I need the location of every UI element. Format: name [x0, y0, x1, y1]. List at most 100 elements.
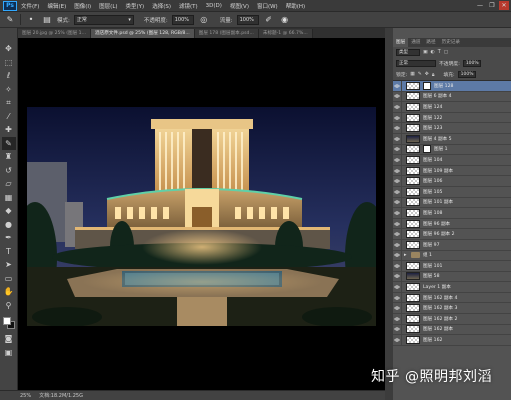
pen-tool-icon[interactable]: ✒: [2, 231, 16, 245]
dodge-tool-icon[interactable]: ●: [2, 218, 16, 232]
screen-mode-icon[interactable]: ▣: [2, 346, 16, 360]
layer-row[interactable]: 图层 106: [393, 176, 511, 187]
visibility-eye-icon[interactable]: [393, 218, 402, 229]
visibility-eye-icon[interactable]: [393, 91, 402, 102]
layer-kind-filter[interactable]: 类型: [396, 49, 420, 56]
eyedropper-tool-icon[interactable]: ⁄: [2, 110, 16, 124]
minimize-button[interactable]: —: [475, 1, 485, 10]
layer-row[interactable]: 图层 108: [393, 207, 511, 219]
stamp-tool-icon[interactable]: ♜: [2, 150, 16, 164]
zoom-level[interactable]: 25%: [20, 393, 31, 399]
layer-mask-thumbnail[interactable]: [423, 81, 431, 90]
visibility-eye-icon[interactable]: [393, 303, 402, 314]
blend-mode-select[interactable]: 正常: [396, 60, 436, 67]
visibility-eye-icon[interactable]: [393, 207, 402, 218]
zoom-tool-icon[interactable]: ⚲: [2, 299, 16, 313]
menu-select[interactable]: 选择(S): [152, 2, 171, 10]
layer-row[interactable]: 图层 105: [393, 186, 511, 198]
quick-select-tool-icon[interactable]: ✧: [2, 83, 16, 97]
lock-all-icon[interactable]: 🔒︎: [432, 72, 435, 78]
tab-layers[interactable]: 图层: [393, 38, 409, 47]
menu-help[interactable]: 帮助(H): [286, 2, 305, 10]
healing-tool-icon[interactable]: ✚: [2, 123, 16, 137]
blur-tool-icon[interactable]: ◆: [2, 204, 16, 218]
color-swatches[interactable]: [2, 316, 16, 332]
layer-row[interactable]: 图层 101: [393, 260, 511, 272]
layer-row[interactable]: Layer 1 副本: [393, 282, 511, 293]
menu-type[interactable]: 类型(Y): [126, 2, 145, 10]
visibility-eye-icon[interactable]: [393, 250, 402, 261]
filter-pixel-icon[interactable]: ▣: [423, 50, 428, 55]
visibility-eye-icon[interactable]: [393, 335, 402, 346]
canvas-area[interactable]: [18, 38, 385, 390]
layer-row[interactable]: 图层 128: [393, 81, 511, 92]
brush-panel-toggle-icon[interactable]: ▤: [41, 14, 53, 25]
layer-row[interactable]: 图层 97: [393, 239, 511, 251]
visibility-eye-icon[interactable]: [393, 123, 402, 134]
layer-opacity-field[interactable]: 100%: [462, 60, 481, 67]
filter-shape-icon[interactable]: ▢: [444, 50, 449, 55]
layer-row[interactable]: 图层 1: [393, 144, 511, 156]
close-button[interactable]: ✕: [499, 1, 509, 10]
visibility-eye-icon[interactable]: [393, 282, 402, 293]
tab-channels[interactable]: 通道: [408, 38, 423, 47]
layer-row[interactable]: 图层 122: [393, 112, 511, 124]
layer-row[interactable]: 图层 58: [393, 271, 511, 283]
visibility-eye-icon[interactable]: [393, 101, 402, 112]
move-tool-icon[interactable]: ✥: [2, 42, 16, 56]
crop-tool-icon[interactable]: ⌗: [2, 96, 16, 110]
layer-row[interactable]: 图层 162 副本: [393, 324, 511, 336]
hand-tool-icon[interactable]: ✋: [2, 285, 16, 299]
pressure-size-icon[interactable]: ◉: [279, 14, 291, 25]
mode-select[interactable]: 正常 ▾: [73, 14, 134, 25]
layer-row[interactable]: 图层 123: [393, 123, 511, 134]
tab-paths[interactable]: 路径: [423, 38, 438, 47]
visibility-eye-icon[interactable]: [393, 313, 402, 324]
visibility-eye-icon[interactable]: [393, 176, 402, 187]
visibility-eye-icon[interactable]: [393, 133, 402, 144]
menu-edit[interactable]: 编辑(E): [47, 2, 66, 10]
layer-row[interactable]: 图层 162: [393, 335, 511, 346]
menu-filter[interactable]: 滤镜(T): [179, 2, 198, 10]
brush-tool-preset-icon[interactable]: ✎: [4, 14, 16, 25]
restore-button[interactable]: ❐: [487, 1, 497, 10]
history-brush-tool-icon[interactable]: ↺: [2, 164, 16, 178]
layer-row[interactable]: 图层 109 副本: [393, 165, 511, 177]
menu-file[interactable]: 文件(F): [21, 2, 39, 10]
group-expand-arrow-icon[interactable]: ▸: [404, 252, 408, 258]
layer-row[interactable]: 图层 96 副本 2: [393, 229, 511, 240]
lock-pixels-icon[interactable]: ✎: [418, 72, 422, 77]
visibility-eye-icon[interactable]: [393, 239, 402, 250]
foreground-color-swatch[interactable]: [2, 317, 11, 325]
visibility-eye-icon[interactable]: [393, 154, 402, 165]
lock-position-icon[interactable]: ✥: [425, 72, 429, 77]
shape-tool-icon[interactable]: ▭: [2, 272, 16, 286]
document-tab-active[interactable]: 酒店原文件.psd @ 25% (图层 128, RGB/8...: [91, 29, 195, 38]
visibility-eye-icon[interactable]: [393, 144, 402, 155]
pressure-opacity-icon[interactable]: ◎: [198, 14, 210, 25]
visibility-eye-icon[interactable]: [393, 229, 402, 240]
eraser-tool-icon[interactable]: ▱: [2, 177, 16, 191]
visibility-eye-icon[interactable]: [393, 292, 402, 303]
layer-row[interactable]: 图层 104: [393, 154, 511, 166]
visibility-eye-icon[interactable]: [393, 112, 402, 123]
document-tab[interactable]: 图层 178 (图层副本.psd...: [194, 29, 259, 38]
visibility-eye-icon[interactable]: [393, 81, 402, 91]
visibility-eye-icon[interactable]: [393, 260, 402, 271]
filter-adjust-icon[interactable]: ◐: [431, 50, 435, 55]
fill-field[interactable]: 100%: [457, 71, 476, 78]
menu-3d[interactable]: 3D(D): [206, 3, 222, 9]
opacity-field[interactable]: 100%: [171, 14, 194, 25]
layer-row[interactable]: 图层 4 副本 5: [393, 133, 511, 145]
layer-row[interactable]: 图层 101 副本: [393, 197, 511, 209]
document-tab[interactable]: 图层 20.jpg @ 25% (图层 1...: [18, 29, 91, 38]
layer-row[interactable]: 图层 96 副本: [393, 218, 511, 230]
lock-transparency-icon[interactable]: ▦: [410, 72, 415, 77]
marquee-tool-icon[interactable]: ⬚: [2, 56, 16, 70]
layer-row[interactable]: ▸ 组 1: [393, 250, 511, 262]
layer-row[interactable]: 图层 6 副本 4: [393, 91, 511, 103]
menu-view[interactable]: 视图(V): [230, 2, 249, 10]
tab-history[interactable]: 历史记录: [439, 38, 463, 47]
document-tab[interactable]: 未标题-1 @ 66.7%...: [258, 29, 313, 38]
visibility-eye-icon[interactable]: [393, 186, 402, 197]
